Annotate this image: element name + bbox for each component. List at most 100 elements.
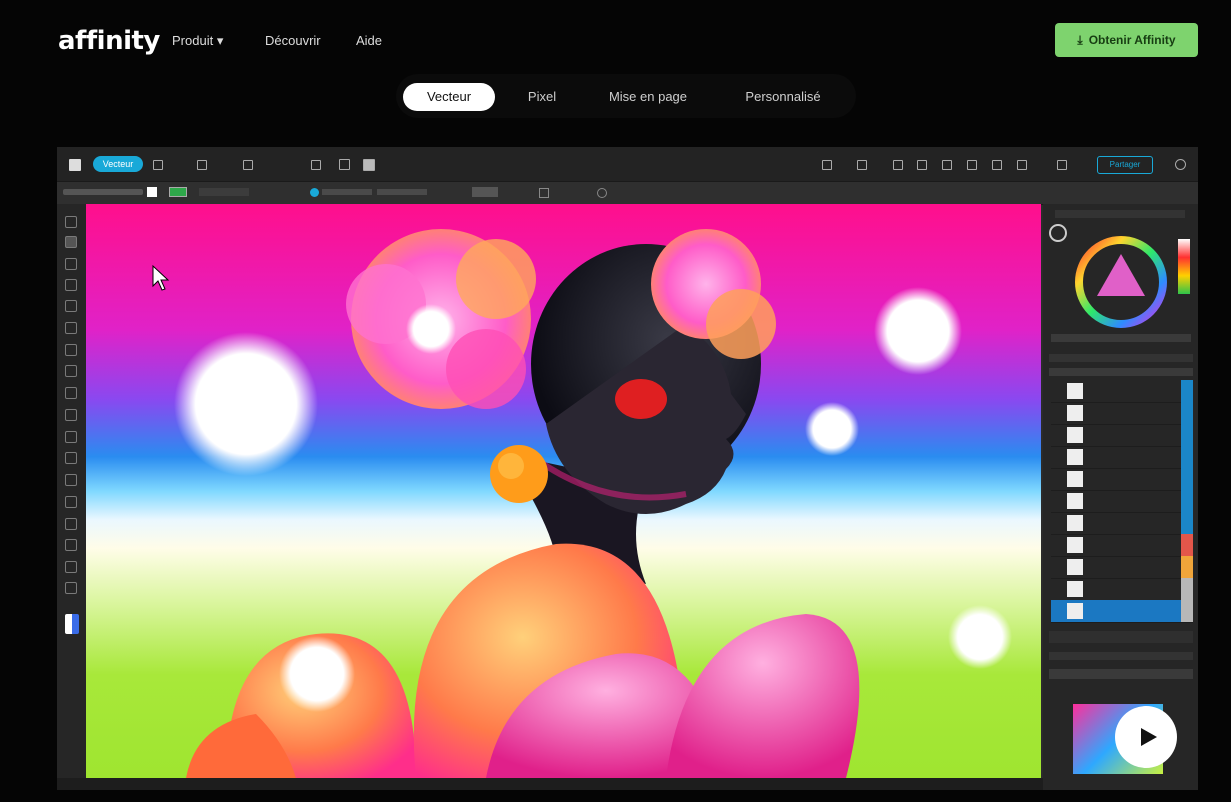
frame-icon[interactable] <box>539 188 549 198</box>
pen-tool-icon[interactable] <box>65 279 77 291</box>
layer-row[interactable] <box>1051 380 1193 403</box>
corner-tool-icon[interactable] <box>65 258 77 270</box>
help-icon[interactable] <box>1175 159 1186 170</box>
layer-thumbnail <box>1067 427 1083 443</box>
move-tool-icon[interactable] <box>65 216 77 228</box>
affinity-logo[interactable]: affinity <box>58 26 160 56</box>
align-icon[interactable] <box>857 160 867 170</box>
layers-panel-tabs[interactable] <box>1049 354 1193 362</box>
stroke-swatch[interactable] <box>169 187 187 197</box>
layer-thumbnail <box>1067 581 1083 597</box>
layer-row[interactable] <box>1051 468 1193 491</box>
brush-tool-icon[interactable] <box>65 322 77 334</box>
rectangle-tool-icon[interactable] <box>65 474 77 486</box>
snapping-icon[interactable] <box>917 160 927 170</box>
get-affinity-button[interactable]: ⤓ Obtenir Affinity <box>1055 23 1198 57</box>
zoom-field[interactable] <box>1049 669 1193 679</box>
layer-thumbnail <box>1067 515 1083 531</box>
export-persona-icon[interactable] <box>243 160 253 170</box>
fill-color-icon[interactable] <box>1049 224 1067 242</box>
fill-swatch[interactable] <box>147 187 157 197</box>
boolean-xor-icon[interactable] <box>1017 160 1027 170</box>
layers-footer-buttons[interactable] <box>1049 631 1193 643</box>
node-tool-icon[interactable] <box>65 236 77 248</box>
layer-color-tag <box>1181 600 1193 622</box>
persona-vector-button[interactable]: Vecteur <box>93 156 143 172</box>
layer-row[interactable] <box>1051 446 1193 469</box>
boolean-add-icon[interactable] <box>942 160 952 170</box>
navigator-tabs[interactable] <box>1049 652 1193 660</box>
layer-row[interactable] <box>1051 402 1193 425</box>
main-toolbar: Vecteur Partager <box>57 147 1198 181</box>
share-button[interactable]: Partager <box>1097 156 1153 174</box>
nav-decouvrir[interactable]: Découvrir <box>265 33 321 48</box>
tab-personnalise[interactable]: Personnalisé <box>724 83 842 111</box>
arrange-icon[interactable] <box>822 160 832 170</box>
transparency-tool-icon[interactable] <box>65 365 77 377</box>
color-wheel-icon[interactable] <box>1073 234 1169 330</box>
frame-text-tool-icon[interactable] <box>65 409 77 421</box>
tab-mise-en-page[interactable]: Mise en page <box>592 83 704 111</box>
layer-color-tag <box>1181 490 1193 512</box>
pencil-tool-icon[interactable] <box>65 300 77 312</box>
affinity-app-window: Vecteur Partager <box>57 147 1198 790</box>
boolean-subtract-icon[interactable] <box>967 160 977 170</box>
toggle-group[interactable] <box>472 187 498 197</box>
opacity-slider[interactable] <box>1051 334 1191 342</box>
play-video-button[interactable] <box>1115 706 1177 768</box>
grid-icon[interactable] <box>363 159 375 171</box>
undo-icon[interactable] <box>311 160 321 170</box>
color-swatch-icon[interactable] <box>65 614 79 634</box>
download-icon: ⤓ <box>1077 32 1083 47</box>
redo-icon[interactable] <box>339 159 350 170</box>
layer-thumbnail <box>1067 493 1083 509</box>
layer-row[interactable] <box>1051 490 1193 513</box>
text-tool-icon[interactable] <box>65 518 77 530</box>
layer-thumbnail <box>1067 471 1083 487</box>
play-icon <box>1141 728 1157 746</box>
layer-thumbnail <box>1067 537 1083 553</box>
color-panel-tabs[interactable] <box>1055 210 1185 218</box>
settings-icon[interactable] <box>597 188 607 198</box>
eyedropper-tool-icon[interactable] <box>65 539 77 551</box>
pixel-persona-icon[interactable] <box>153 160 163 170</box>
layer-row[interactable] <box>1051 534 1193 557</box>
layer-color-tag <box>1181 424 1193 446</box>
layer-color-tag <box>1181 380 1193 402</box>
nav-aide[interactable]: Aide <box>356 33 382 48</box>
layer-color-tag <box>1181 556 1193 578</box>
hand-icon[interactable] <box>1057 160 1067 170</box>
option-toggle-icon[interactable] <box>310 188 319 197</box>
fill-tool-icon[interactable] <box>65 344 77 356</box>
option-label-2 <box>377 189 427 195</box>
document-canvas[interactable] <box>86 204 1041 778</box>
layer-row[interactable] <box>1051 578 1193 601</box>
layer-row[interactable] <box>1051 512 1193 535</box>
boolean-intersect-icon[interactable] <box>992 160 1002 170</box>
app-menu-icon[interactable] <box>69 159 81 171</box>
layer-thumbnail <box>1067 559 1083 575</box>
layer-row[interactable] <box>1051 556 1193 579</box>
layer-row[interactable] <box>1051 424 1193 447</box>
crop-tool-icon[interactable] <box>65 387 77 399</box>
layer-color-tag <box>1181 468 1193 490</box>
tab-vecteur[interactable]: Vecteur <box>403 83 495 111</box>
tools-panel <box>57 204 86 790</box>
zoom-tool-icon[interactable] <box>65 431 77 443</box>
chevron-down-icon: ▾ <box>216 33 224 48</box>
layer-row[interactable] <box>1051 600 1193 623</box>
layers-list <box>1043 380 1198 625</box>
swatch-strip[interactable] <box>1178 239 1190 294</box>
product-segment-control: Vecteur Pixel Mise en page Personnalisé <box>396 74 856 118</box>
tab-pixel[interactable]: Pixel <box>508 83 576 111</box>
artwork-illustration <box>152 229 1012 778</box>
layers-header <box>1049 368 1193 376</box>
layout-persona-icon[interactable] <box>197 160 207 170</box>
ellipse-tool-icon[interactable] <box>65 496 77 508</box>
shape-tool-icon[interactable] <box>65 452 77 464</box>
hand-tool-icon[interactable] <box>65 582 77 594</box>
transform-icon[interactable] <box>893 160 903 170</box>
knife-tool-icon[interactable] <box>65 561 77 573</box>
nav-produit[interactable]: Produit ▾ <box>172 33 223 49</box>
stroke-width-field[interactable] <box>199 188 249 196</box>
